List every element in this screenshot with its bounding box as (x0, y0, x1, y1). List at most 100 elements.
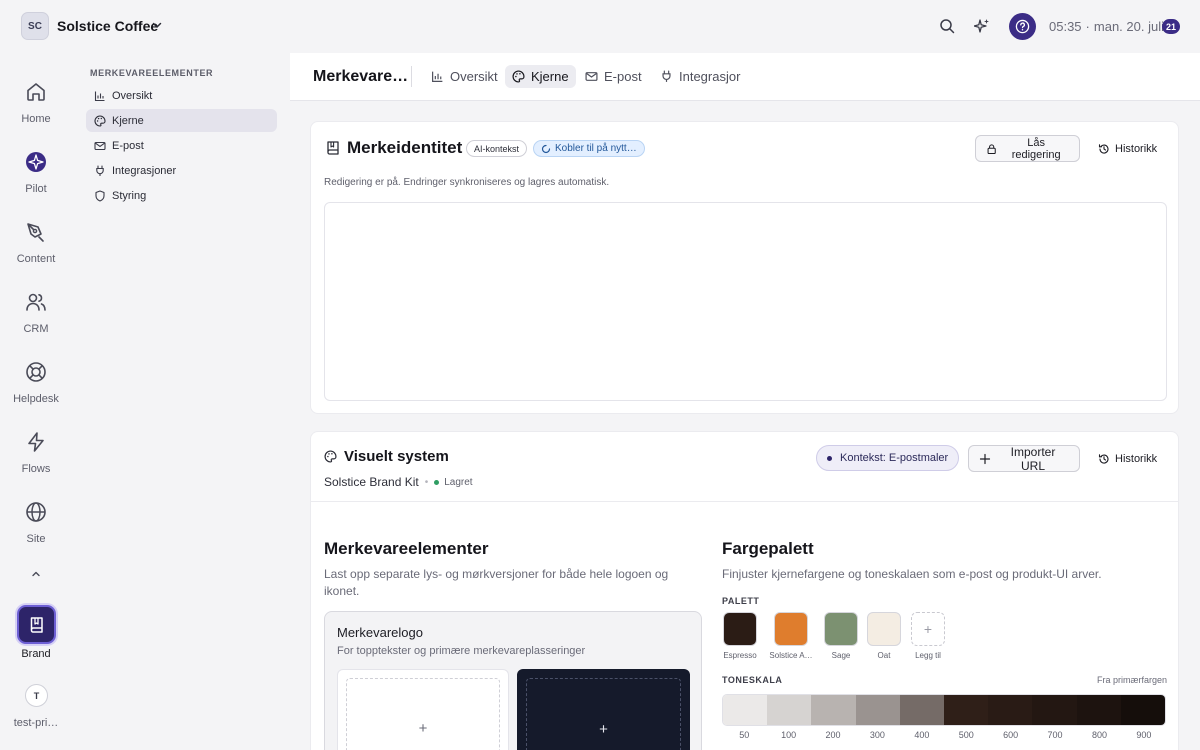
user-avatar[interactable]: T (25, 684, 48, 707)
rail-item-pilot[interactable]: Pilot (0, 150, 72, 195)
rail-item-crm[interactable]: CRM (0, 290, 72, 335)
history-label: Historikk (1115, 452, 1158, 465)
rail-item-home[interactable]: Home (0, 80, 72, 125)
app-rail: Home Pilot Content CRM Helpdesk Flows Si… (0, 53, 72, 750)
visual-system-card: Visuelt system Solstice Brand Kit • Lagr… (310, 431, 1179, 750)
lock-editing-button[interactable]: Lås redigering (975, 135, 1080, 162)
swatch-solstice[interactable] (774, 612, 808, 646)
tab-kjerne[interactable]: Kjerne (505, 65, 576, 88)
lock-icon (987, 143, 996, 154)
mail-icon (94, 141, 106, 150)
subnav-label: Styring (112, 189, 147, 202)
history-icon (1098, 143, 1109, 154)
rail-item-helpdesk[interactable]: Helpdesk (0, 360, 72, 405)
tab-label: Kjerne (531, 69, 569, 84)
palette-icon (94, 114, 106, 127)
tone-scale-bar[interactable] (722, 694, 1166, 726)
tab-label: E-post (604, 69, 642, 84)
identity-card: Merkeidentitet AI-kontekst Kobler til på… (310, 121, 1179, 414)
import-url-button[interactable]: Importer URL (968, 445, 1080, 473)
context-pill[interactable]: Kontekst: E-postmaler (816, 445, 960, 471)
plus-icon (979, 453, 991, 464)
tone-300[interactable] (855, 695, 900, 725)
tone-100[interactable] (767, 695, 812, 725)
tone-600[interactable] (988, 695, 1033, 725)
visual-history-button[interactable]: Historikk (1098, 445, 1157, 472)
sparkles-icon[interactable] (972, 16, 992, 36)
tone-800[interactable] (1076, 695, 1121, 725)
tab-label: Oversikt (450, 69, 498, 84)
main-area: Merkevare… Oversikt Kjerne E-post Integr… (290, 53, 1200, 750)
visual-title: Visuelt system (344, 448, 449, 465)
swatch-espresso[interactable] (723, 612, 757, 646)
swatch-label: Solstice A… (769, 651, 813, 660)
tab-oversikt[interactable]: Oversikt (424, 65, 505, 88)
plug-icon (662, 70, 671, 82)
separator: • (424, 476, 429, 488)
add-swatch-button[interactable]: + (911, 612, 945, 646)
tone-500[interactable] (944, 695, 989, 725)
top-bar: SC Solstice Coffee 05:35 · man. 20. juli 2… (0, 0, 1200, 53)
ai-context-badge: AI-kontekst (466, 140, 528, 157)
tab-divider (411, 66, 412, 87)
tab-epost[interactable]: E-post (578, 65, 649, 88)
tone-scale-heading: TONESKALA (722, 675, 783, 685)
plus-icon: + (526, 678, 681, 750)
identity-history-button[interactable]: Historikk (1098, 135, 1157, 162)
tone-label: 100 (781, 730, 797, 740)
rail-label: CRM (23, 323, 49, 335)
chevron-down-icon[interactable] (151, 19, 163, 31)
subnav-label: E-post (112, 139, 144, 152)
subnav-item-kjerne[interactable]: Kjerne (86, 109, 277, 132)
subnav-item-oversikt[interactable]: Oversikt (86, 84, 277, 107)
brand-subnav: MERKEVAREELEMENTER Oversikt Kjerne E-pos… (80, 53, 290, 750)
shield-icon (95, 189, 105, 202)
search-icon[interactable] (937, 16, 957, 36)
question-icon (1015, 19, 1030, 34)
brand-logo-panel: Merkevarelogo For topptekster og primære… (324, 611, 702, 750)
swatch-oat[interactable] (867, 612, 901, 646)
subnav-item-epost[interactable]: E-post (86, 134, 277, 157)
kit-name: Solstice Brand Kit (324, 475, 419, 489)
logo-description: For topptekster og primære merkevareplas… (337, 645, 586, 657)
rail-label: Content (16, 253, 56, 265)
subnav-item-styring[interactable]: Styring (86, 184, 277, 207)
tone-label: 50 (739, 730, 750, 740)
tone-400[interactable] (899, 695, 945, 725)
identity-editor[interactable] (324, 202, 1167, 401)
logo-light-dropzone[interactable]: + (337, 669, 509, 750)
tone-700[interactable] (1032, 695, 1077, 725)
tone-label: 700 (1047, 730, 1063, 740)
tab-bar: Merkevare… Oversikt Kjerne E-post Integr… (290, 53, 1200, 101)
globe-icon (26, 502, 46, 522)
rail-item-brand[interactable] (17, 605, 56, 644)
workspace-name[interactable]: Solstice Coffee (57, 18, 158, 34)
rail-item-content[interactable]: Content (0, 220, 72, 265)
rail-item-site[interactable]: Site (0, 500, 72, 545)
swatch-sage[interactable] (824, 612, 858, 646)
logo-dark-dropzone[interactable]: + (517, 669, 690, 750)
tone-label: 800 (1091, 730, 1107, 740)
tone-900[interactable] (1120, 695, 1165, 725)
saved-dot (434, 479, 440, 485)
tone-scale-labels: 50 100 200 300 400 500 600 700 800 900 (722, 730, 1166, 740)
palette-description: Finjuster kjernefargene og toneskalaen s… (722, 567, 1102, 581)
plug-icon (96, 164, 104, 176)
help-button[interactable] (1009, 13, 1036, 40)
lightning-icon (28, 432, 44, 452)
workspace-avatar[interactable]: SC (21, 12, 49, 40)
palette-icon (324, 450, 337, 463)
chevron-up-icon[interactable] (30, 568, 42, 580)
tone-200[interactable] (811, 695, 856, 725)
plus-icon: + (346, 678, 500, 750)
tone-label: 900 (1136, 730, 1152, 740)
palette-title: Fargepalett (722, 539, 814, 558)
subnav-item-integrasjoner[interactable]: Integrasjoner (86, 159, 277, 182)
day-badge[interactable]: 21 (1162, 19, 1180, 34)
lifebuoy-icon (26, 362, 46, 382)
tone-50[interactable] (723, 695, 768, 725)
saved-status: Lagret (444, 476, 473, 488)
tab-integrasjoner[interactable]: Integrasjor (653, 65, 747, 88)
tone-label: 600 (1003, 730, 1019, 740)
rail-item-flows[interactable]: Flows (0, 430, 72, 475)
